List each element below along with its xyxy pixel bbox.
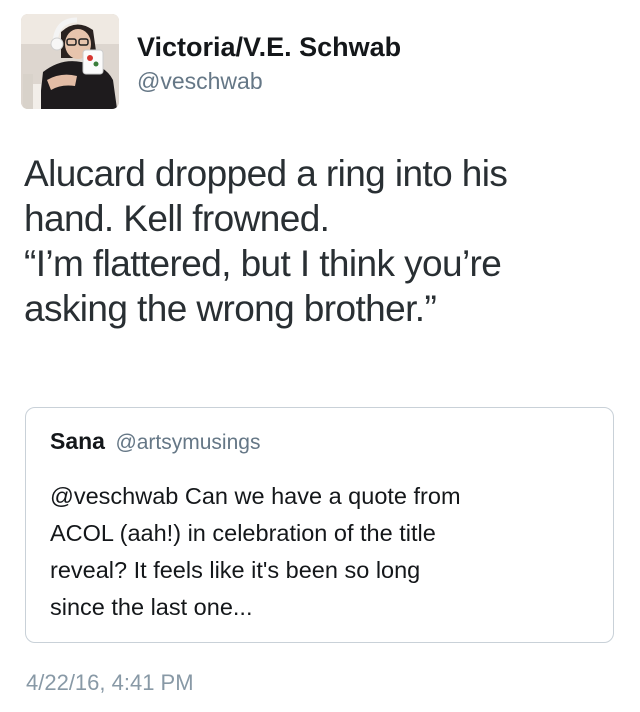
tweet-body: Alucard dropped a ring into his hand. Ke… [24, 151, 620, 331]
tweet-line: “I’m flattered, but I think you’re [24, 243, 502, 284]
avatar-photo [21, 14, 119, 109]
quoted-author-name: Sana [50, 428, 105, 454]
author-handle[interactable]: @veschwab [137, 66, 401, 96]
quoted-tweet-body: @veschwab Can we have a quote from ACOL … [50, 478, 600, 626]
author-display-name[interactable]: Victoria/V.E. Schwab [137, 32, 401, 62]
quoted-tweet-line: since the last one... [50, 594, 253, 620]
tweet-line: Alucard dropped a ring into his [24, 153, 508, 194]
quoted-tweet-line: ACOL (aah!) in celebration of the title [50, 520, 436, 546]
quoted-tweet-card[interactable]: Sana @artsymusings @veschwab Can we have… [25, 407, 614, 643]
avatar[interactable] [21, 14, 119, 109]
tweet-timestamp[interactable]: 4/22/16, 4:41 PM [26, 670, 194, 696]
tweet-line: asking the wrong brother.” [24, 288, 437, 329]
quoted-author-handle: @artsymusings [115, 431, 261, 454]
tweet-line: hand. Kell frowned. [24, 198, 330, 239]
author-names: Victoria/V.E. Schwab @veschwab [137, 32, 401, 96]
quoted-tweet-line: @veschwab Can we have a quote from [50, 483, 461, 509]
quoted-tweet-header: Sana @artsymusings [50, 428, 260, 455]
tweet-header: Victoria/V.E. Schwab @veschwab [21, 14, 401, 109]
quoted-tweet-line: reveal? It feels like it's been so long [50, 557, 421, 583]
